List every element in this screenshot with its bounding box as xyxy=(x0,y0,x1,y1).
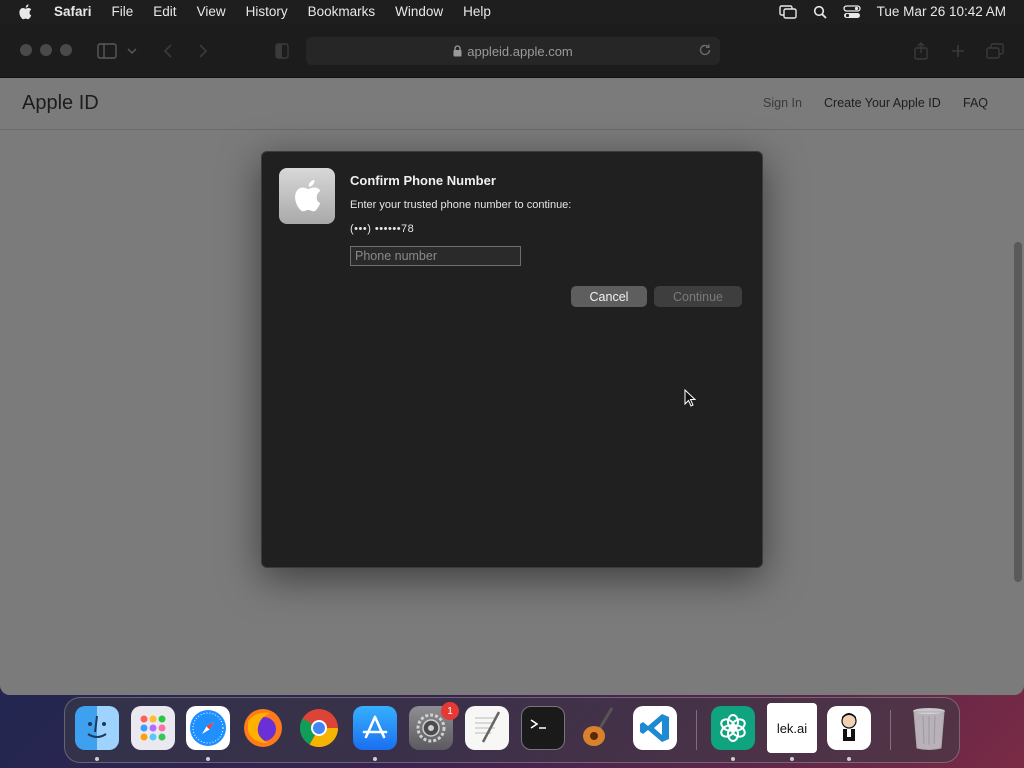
menu-file[interactable]: File xyxy=(112,4,134,19)
menu-bar: Safari File Edit View History Bookmarks … xyxy=(0,0,1024,23)
page-title[interactable]: Apple ID xyxy=(22,92,99,115)
continue-button[interactable]: Continue xyxy=(654,286,742,307)
dialog-title: Confirm Phone Number xyxy=(350,173,496,188)
dock: 1 lek.ai xyxy=(64,697,960,763)
dock-launchpad-icon[interactable] xyxy=(131,706,175,750)
page-scrollbar[interactable] xyxy=(1014,242,1022,582)
zoom-window-button[interactable] xyxy=(60,44,72,56)
apple-menu-icon[interactable] xyxy=(18,3,38,20)
nav-faq-link[interactable]: FAQ xyxy=(963,96,988,110)
dock-chatgpt-running-dot xyxy=(731,757,735,761)
dock-finder-icon[interactable] xyxy=(75,706,119,750)
nav-sign-in-link[interactable]: Sign In xyxy=(763,96,802,110)
share-icon[interactable] xyxy=(911,41,931,61)
settings-notification-badge: 1 xyxy=(441,702,459,720)
dock-safari-running-dot xyxy=(206,757,210,761)
control-center-icon[interactable] xyxy=(843,4,861,19)
dock-character-running-dot xyxy=(847,757,851,761)
spotlight-search-icon[interactable] xyxy=(813,5,827,19)
close-window-button[interactable] xyxy=(20,44,32,56)
menu-history[interactable]: History xyxy=(246,4,288,19)
apple-logo-icon xyxy=(279,168,335,224)
dock-lekai-running-dot xyxy=(790,757,794,761)
reload-icon[interactable] xyxy=(698,43,712,60)
menu-view[interactable]: View xyxy=(197,4,226,19)
tab-overview-icon[interactable] xyxy=(985,41,1005,61)
dock-character-app-icon[interactable] xyxy=(827,706,871,750)
sidebar-toggle-icon[interactable] xyxy=(97,41,117,61)
dock-trash-icon[interactable] xyxy=(907,706,951,750)
dock-firefox-icon[interactable] xyxy=(241,706,285,750)
privacy-shield-icon[interactable] xyxy=(272,41,292,61)
dock-garageband-icon[interactable] xyxy=(577,706,621,750)
dock-vscode-icon[interactable] xyxy=(633,706,677,750)
dock-textedit-icon[interactable] xyxy=(465,706,509,750)
chevron-down-icon[interactable] xyxy=(126,41,138,61)
menu-clock[interactable]: Tue Mar 26 10:42 AM xyxy=(877,4,1006,19)
dock-separator xyxy=(696,710,697,750)
forward-chevron-icon[interactable] xyxy=(193,41,213,61)
page-header: Apple ID Sign In Create Your Apple ID FA… xyxy=(0,78,1024,130)
nav-create-apple-id-link[interactable]: Create Your Apple ID xyxy=(824,96,941,110)
phone-number-input[interactable] xyxy=(350,246,521,266)
dock-app-store-running-dot xyxy=(373,757,377,761)
menu-edit[interactable]: Edit xyxy=(153,4,176,19)
dialog-message: Enter your trusted phone number to conti… xyxy=(350,199,572,211)
dock-chrome-icon[interactable] xyxy=(297,706,341,750)
dock-app-store-icon[interactable] xyxy=(353,706,397,750)
address-bar[interactable]: appleid.apple.com xyxy=(306,37,720,65)
dock-finder-running-dot xyxy=(95,757,99,761)
masked-phone-number: (•••) ••••••78 xyxy=(350,223,415,235)
back-chevron-icon[interactable] xyxy=(158,41,178,61)
lekai-label: lek.ai xyxy=(776,720,808,736)
cancel-button[interactable]: Cancel xyxy=(571,286,647,307)
screen-mirroring-icon[interactable] xyxy=(778,4,797,19)
address-url: appleid.apple.com xyxy=(467,43,573,59)
dock-safari-icon[interactable] xyxy=(186,706,230,750)
dock-chatgpt-icon[interactable] xyxy=(711,706,755,750)
menu-help[interactable]: Help xyxy=(463,4,491,19)
mouse-cursor-icon xyxy=(684,388,697,412)
browser-toolbar: appleid.apple.com xyxy=(0,23,1024,78)
menu-window[interactable]: Window xyxy=(395,4,443,19)
menu-bookmarks[interactable]: Bookmarks xyxy=(308,4,376,19)
minimize-window-button[interactable] xyxy=(40,44,52,56)
dock-terminal-icon[interactable] xyxy=(521,706,565,750)
new-tab-plus-icon[interactable] xyxy=(948,41,968,61)
menu-app-name[interactable]: Safari xyxy=(54,4,92,19)
confirm-phone-dialog: Confirm Phone Number Enter your trusted … xyxy=(261,151,763,568)
lock-icon xyxy=(453,45,462,57)
dock-lekai-icon[interactable]: lek.ai xyxy=(767,703,817,753)
dock-separator-trash xyxy=(890,710,891,750)
